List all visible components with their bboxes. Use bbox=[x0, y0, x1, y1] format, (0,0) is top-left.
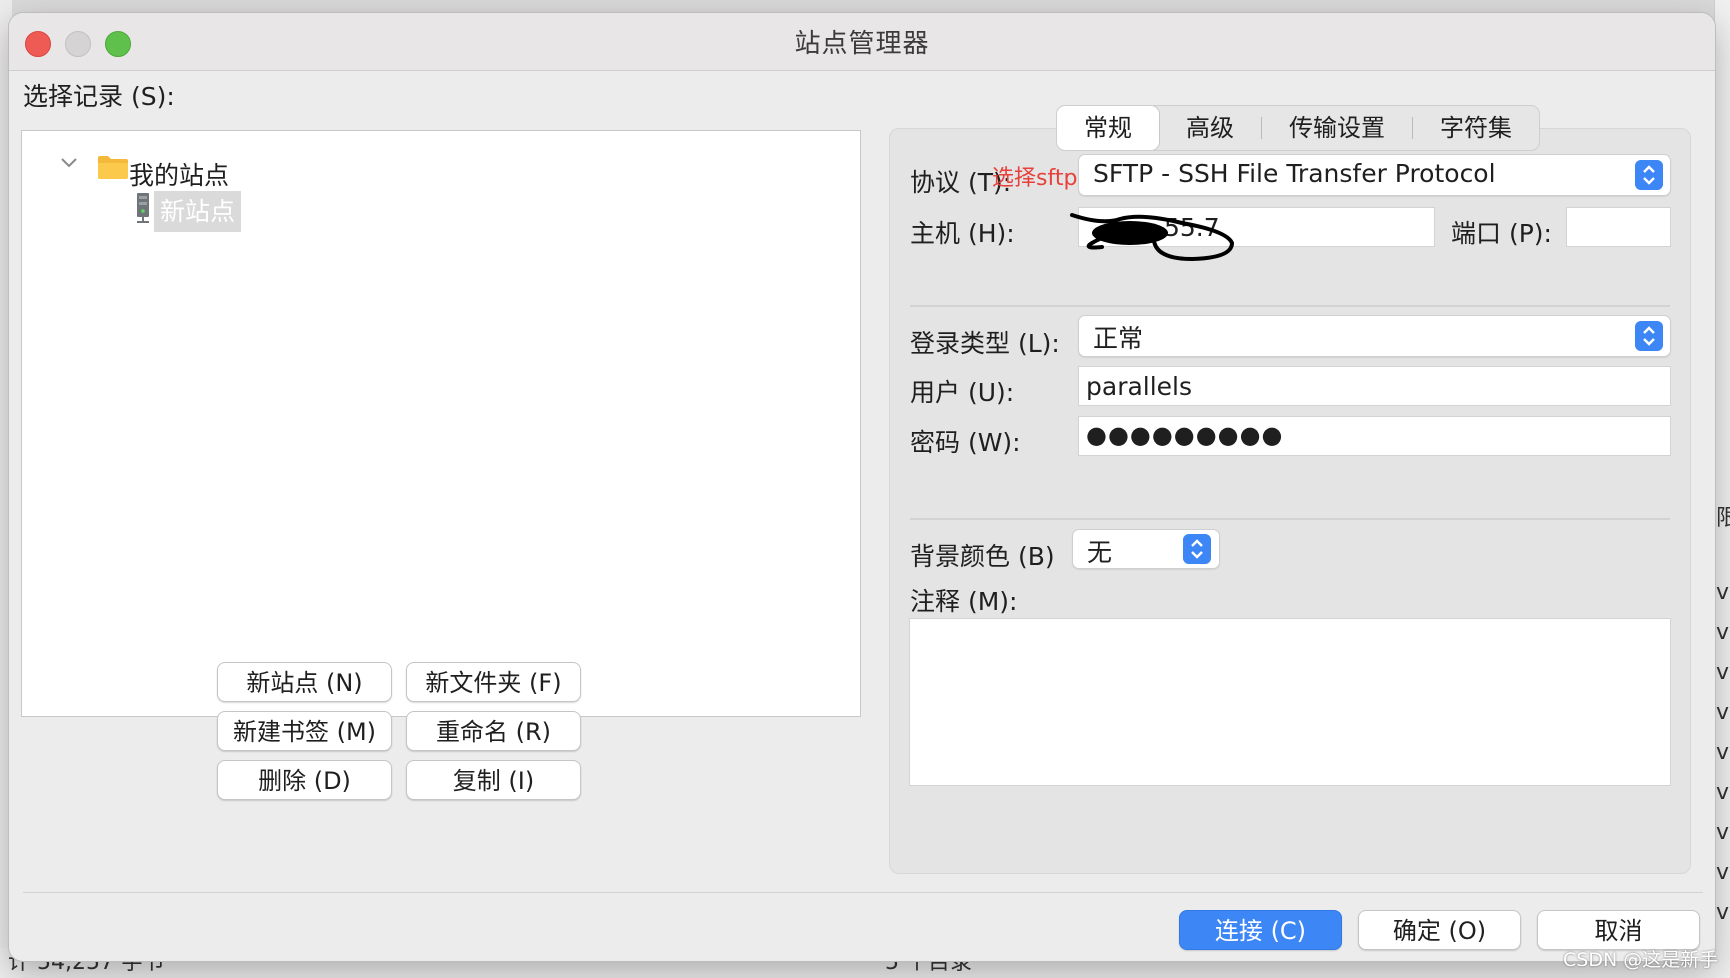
password-value: ●●●●●●●●● bbox=[1086, 421, 1284, 449]
background-fragment: v: bbox=[1716, 740, 1730, 765]
cancel-button[interactable]: 取消 bbox=[1537, 910, 1700, 950]
login-type-label: 登录类型 (L): bbox=[910, 329, 1060, 358]
background-fragment: v: bbox=[1716, 620, 1730, 645]
server-icon bbox=[137, 193, 149, 223]
dropdown-arrows-icon[interactable] bbox=[1635, 321, 1663, 351]
folder-icon bbox=[98, 156, 128, 179]
new-site-button[interactable]: 新站点 (N) bbox=[217, 662, 392, 702]
section-divider bbox=[910, 305, 1670, 307]
host-label: 主机 (H): bbox=[910, 219, 1015, 248]
dropdown-arrows-icon[interactable] bbox=[1183, 534, 1211, 564]
ok-button[interactable]: 确定 (O) bbox=[1358, 910, 1521, 950]
user-label: 用户 (U): bbox=[910, 378, 1015, 407]
comment-textarea[interactable] bbox=[909, 618, 1671, 786]
comment-label: 注释 (M): bbox=[910, 587, 1018, 616]
dropdown-arrows-icon[interactable] bbox=[1635, 160, 1663, 190]
tab-general[interactable]: 常规 bbox=[1057, 106, 1159, 150]
settings-tabs: 常规 高级 传输设置 字符集 bbox=[1056, 105, 1540, 151]
login-type-select[interactable] bbox=[1078, 315, 1671, 357]
tree-item-my-sites[interactable]: 我的站点 bbox=[129, 156, 229, 192]
password-label: 密码 (W): bbox=[910, 428, 1021, 457]
protocol-value: SFTP - SSH File Transfer Protocol bbox=[1093, 159, 1496, 188]
red-annotation: 选择sftp bbox=[992, 166, 1078, 191]
login-type-value: 正常 bbox=[1093, 324, 1144, 353]
background-fragment: v: bbox=[1716, 660, 1730, 685]
select-entry-label: 选择记录 (S): bbox=[23, 82, 175, 111]
footer-divider bbox=[23, 892, 1703, 893]
port-label: 端口 (P): bbox=[1451, 219, 1552, 248]
background-color-value: 无 bbox=[1087, 538, 1113, 567]
section-divider bbox=[910, 518, 1670, 520]
user-value: parallels bbox=[1086, 372, 1193, 401]
connect-button[interactable]: 连接 (C) bbox=[1179, 910, 1342, 950]
background-fragment: v: bbox=[1716, 700, 1730, 725]
watermark: CSDN @这是新手 bbox=[1563, 949, 1719, 971]
tab-charset[interactable]: 字符集 bbox=[1413, 106, 1539, 150]
tab-advanced[interactable]: 高级 bbox=[1159, 106, 1261, 150]
port-input[interactable] bbox=[1566, 207, 1671, 247]
background-fragment: 限 bbox=[1716, 506, 1730, 531]
copy-button[interactable]: 复制 (I) bbox=[406, 760, 581, 800]
new-folder-button[interactable]: 新文件夹 (F) bbox=[406, 662, 581, 702]
new-bookmark-button[interactable]: 新建书签 (M) bbox=[217, 711, 392, 751]
background-color-label: 背景颜色 (B) bbox=[910, 542, 1055, 571]
tab-transfer-settings[interactable]: 传输设置 bbox=[1262, 106, 1412, 150]
delete-button[interactable]: 删除 (D) bbox=[217, 760, 392, 800]
window-title: 站点管理器 bbox=[794, 29, 930, 59]
rename-button[interactable]: 重命名 (R) bbox=[406, 711, 581, 751]
redaction-scribble bbox=[1070, 213, 1235, 262]
background-fragment: v: bbox=[1716, 820, 1730, 845]
tree-item-new-site[interactable]: 新站点 bbox=[154, 191, 242, 232]
chevron-down-icon[interactable] bbox=[59, 153, 79, 173]
background-fragment: v: bbox=[1716, 900, 1730, 925]
background-fragment: v: bbox=[1716, 580, 1730, 605]
background-fragment: v: bbox=[1716, 860, 1730, 885]
site-manager-window: 站点管理器 选择记录 (S): 我的站点 新站点 新站点 (N) 新文件夹 (F… bbox=[9, 13, 1715, 961]
background-fragment: v: bbox=[1716, 780, 1730, 805]
